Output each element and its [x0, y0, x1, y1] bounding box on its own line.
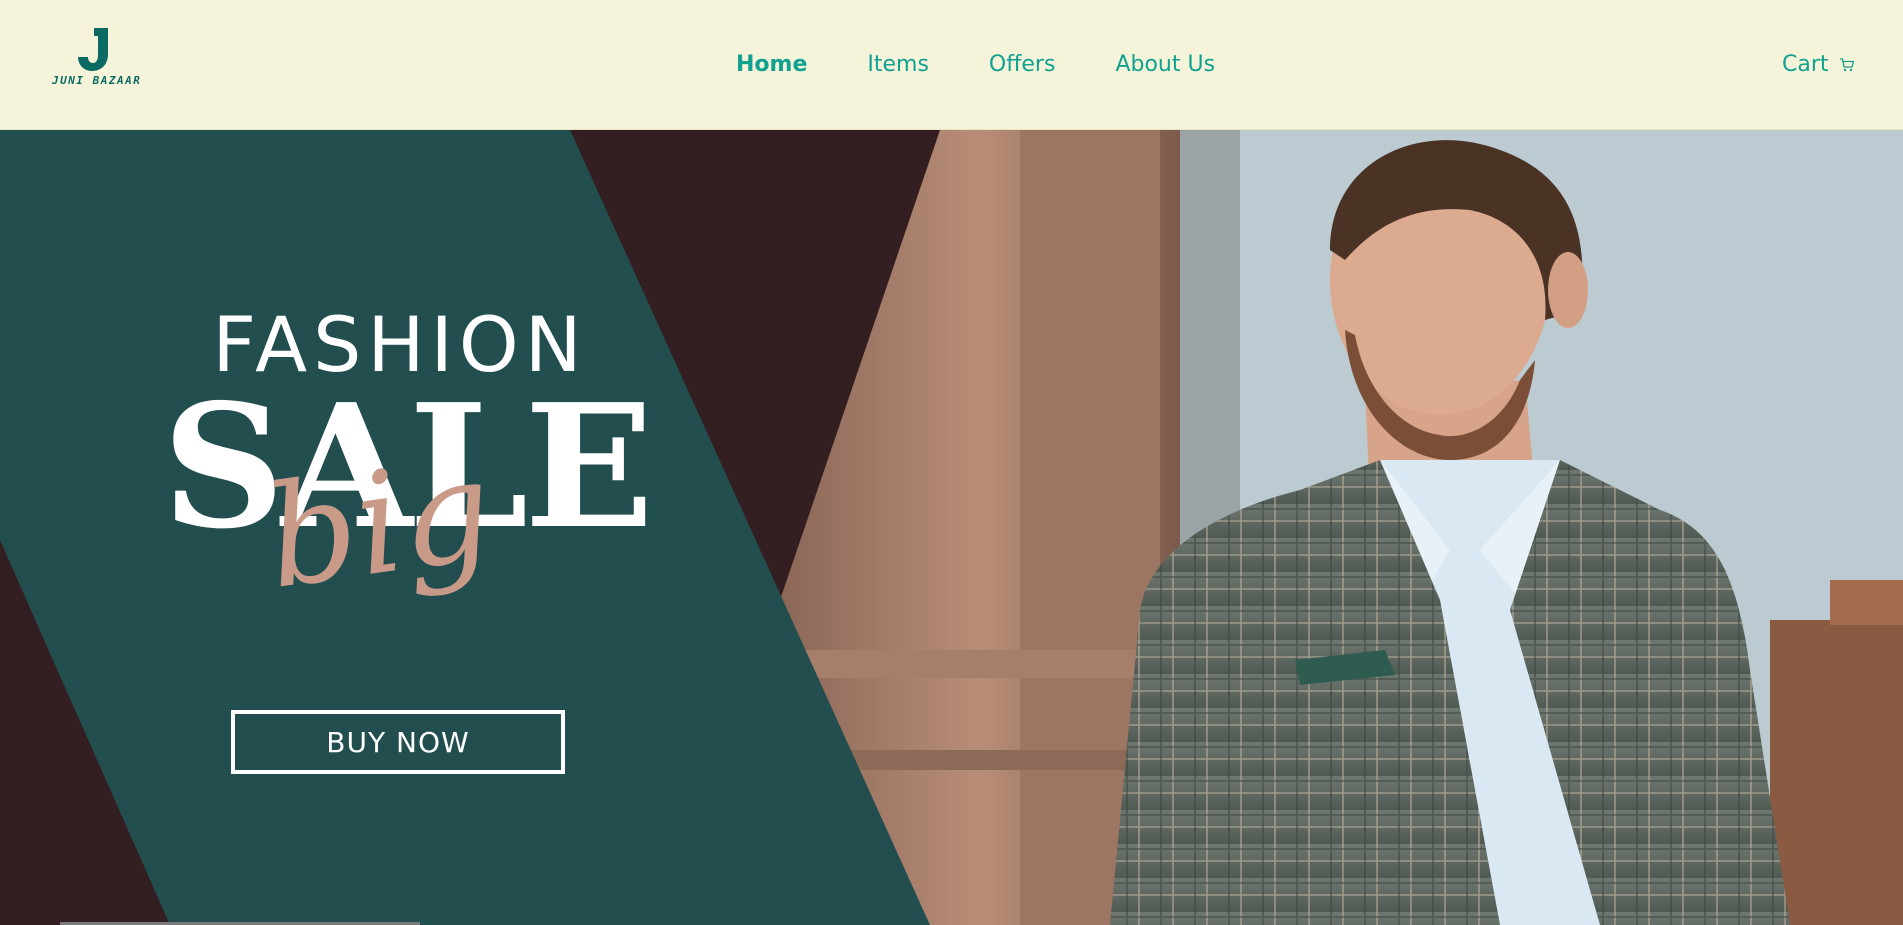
page: JUNI BAZAAR Home Items Offers About Us C… [0, 0, 1903, 925]
hero-title-big: big [256, 428, 502, 621]
brand-name: JUNI BAZAAR [52, 74, 142, 87]
nav-items[interactable]: Items [867, 52, 929, 77]
nav-offers[interactable]: Offers [989, 52, 1056, 77]
brand-logo[interactable]: JUNI BAZAAR [50, 28, 140, 92]
cart-icon [1839, 57, 1854, 71]
buy-now-button[interactable]: BUY NOW [231, 710, 565, 774]
main-nav: Home Items Offers About Us [736, 52, 1215, 77]
nav-about-us[interactable]: About Us [1115, 52, 1215, 77]
cart-link[interactable]: Cart [1782, 52, 1855, 77]
logo-j-icon [78, 28, 108, 71]
site-header: JUNI BAZAAR Home Items Offers About Us C… [0, 0, 1903, 130]
nav-home[interactable]: Home [736, 52, 807, 77]
hero-banner: FASHION SALE big BUY NOW [0, 130, 1903, 925]
cart-label: Cart [1782, 52, 1829, 77]
